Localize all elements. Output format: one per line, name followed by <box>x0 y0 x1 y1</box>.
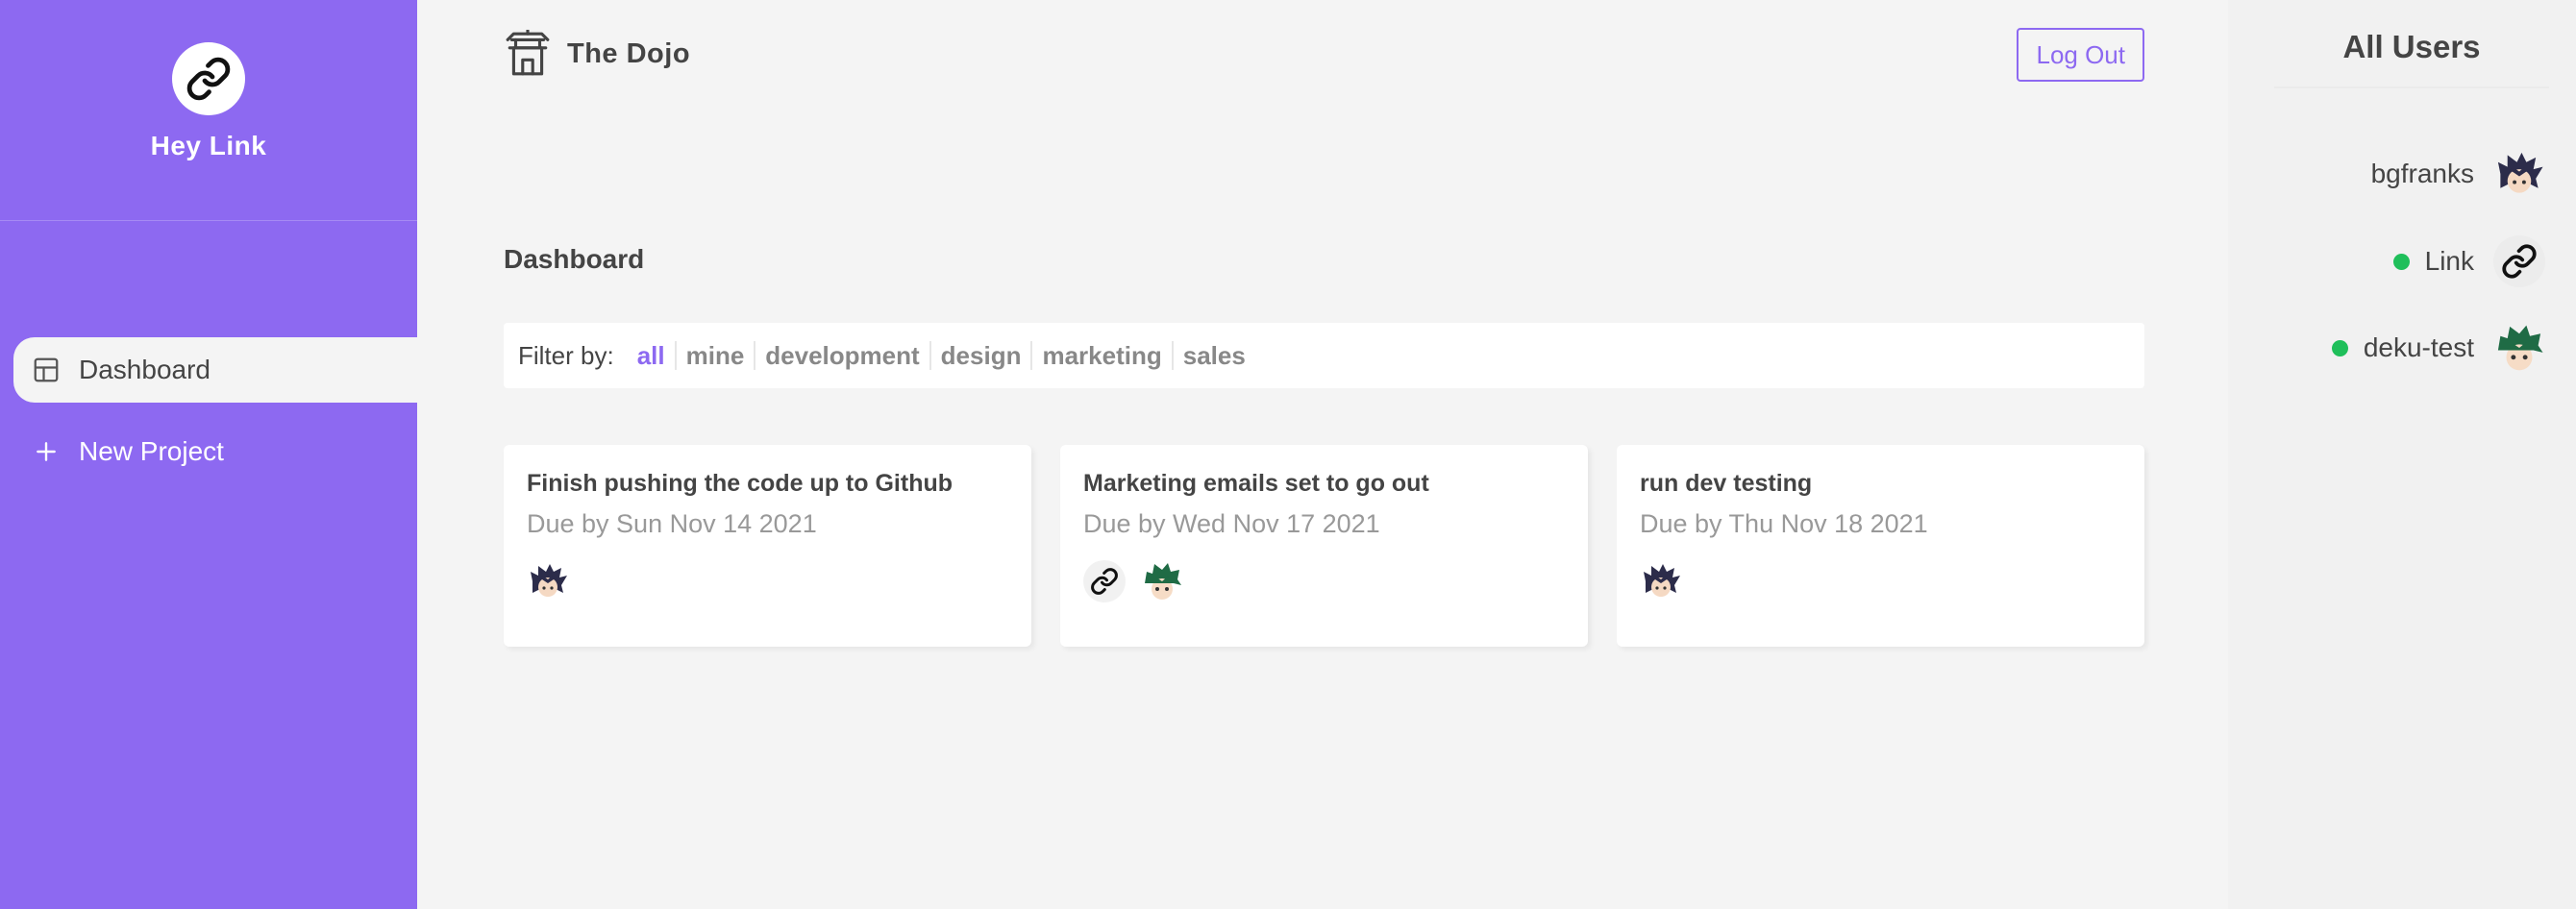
filter-design[interactable]: design <box>931 341 1033 370</box>
link-avatar <box>1083 560 1126 602</box>
project-assignees <box>1640 560 2121 602</box>
logout-button[interactable]: Log Out <box>2017 28 2144 82</box>
user-name: deku-test <box>2363 332 2474 362</box>
user-name: bgfranks <box>2370 159 2474 188</box>
filter-sales[interactable]: sales <box>1174 341 1255 370</box>
sidebar-user: Hey Link <box>0 0 417 221</box>
project-title: run dev testing <box>1640 470 1813 497</box>
avatar <box>172 42 245 115</box>
project-card[interactable]: run dev testing Due by Thu Nov 18 2021 <box>1617 445 2144 647</box>
filter-mine[interactable]: mine <box>677 341 756 370</box>
project-due-date: Due by Thu Nov 18 2021 <box>1640 509 1928 538</box>
brand-name: The Dojo <box>567 37 691 69</box>
filter-marketing[interactable]: marketing <box>1032 341 1174 370</box>
plus-icon <box>31 436 62 467</box>
sidebar-user-name: Hey Link <box>150 131 267 160</box>
filter-all[interactable]: all <box>628 341 677 370</box>
user-item-bgfranks[interactable]: bgfranks <box>2371 143 2545 205</box>
navbar: The Dojo Log Out <box>504 25 2144 83</box>
green-hair-avatar <box>2493 322 2545 374</box>
ninja-avatar <box>2493 148 2545 200</box>
ninja-avatar <box>527 560 569 602</box>
filter-development[interactable]: development <box>755 341 931 370</box>
link-avatar <box>2493 235 2545 287</box>
temple-icon <box>506 30 550 76</box>
project-assignees <box>1083 560 1565 602</box>
user-list-title: All Users <box>2274 29 2549 88</box>
user-name: Link <box>2424 246 2474 276</box>
online-status-dot <box>2392 253 2410 270</box>
project-list: Finish pushing the code up to Github Due… <box>504 445 2144 647</box>
user-item-deku-test[interactable]: deku-test <box>2331 317 2545 379</box>
project-filter: Filter by: all mine development design m… <box>504 323 2144 388</box>
filter-label: Filter by: <box>518 340 614 370</box>
project-title: Finish pushing the code up to Github <box>527 470 954 497</box>
sidebar-nav: Dashboard New Project <box>0 337 417 501</box>
project-due-date: Due by Wed Nov 17 2021 <box>1083 509 1380 538</box>
project-title: Marketing emails set to go out <box>1083 470 1429 497</box>
project-assignees <box>527 560 1008 602</box>
project-card[interactable]: Finish pushing the code up to Github Due… <box>504 445 1031 647</box>
user-list: All Users bgfranks Link deku-test <box>2228 0 2576 909</box>
green-hair-avatar <box>1141 560 1183 602</box>
sidebar-item-label: New Project <box>79 436 224 466</box>
sidebar-item-dashboard[interactable]: Dashboard <box>13 337 417 403</box>
sidebar-item-label: Dashboard <box>79 355 211 384</box>
online-status-dot <box>2331 339 2348 356</box>
page-title: Dashboard <box>504 244 645 274</box>
project-due-date: Due by Sun Nov 14 2021 <box>527 509 817 538</box>
link-icon <box>186 57 231 101</box>
project-card[interactable]: Marketing emails set to go out Due by We… <box>1060 445 1588 647</box>
sidebar-item-new-project[interactable]: New Project <box>13 419 417 484</box>
ninja-avatar <box>1640 560 1682 602</box>
sidebar: Hey Link Dashboard New Project <box>0 0 417 909</box>
main-content: The Dojo Log Out Dashboard Filter by: al… <box>504 0 2144 909</box>
dashboard-icon <box>31 355 62 385</box>
user-item-link[interactable]: Link <box>2392 231 2545 292</box>
brand-logo[interactable]: The Dojo <box>504 30 690 78</box>
